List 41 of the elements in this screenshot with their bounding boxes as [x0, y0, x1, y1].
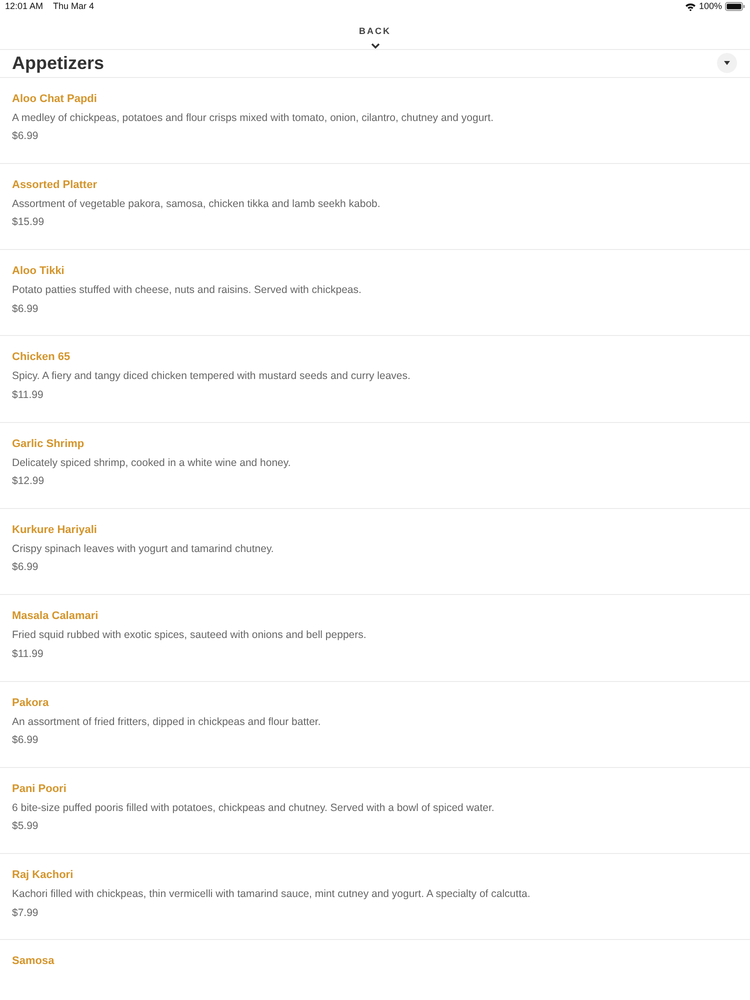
item-name: Kurkure Hariyali [12, 522, 97, 538]
item-name: Masala Calamari [12, 609, 98, 624]
dropdown-button[interactable] [717, 53, 737, 73]
item-description: Delicately spiced shrimp, cooked in a white wine and honey. [12, 456, 291, 471]
battery-icon [725, 2, 745, 12]
item-name: Assorted Platter [12, 178, 97, 193]
item-price: $12.99 [12, 474, 44, 490]
item-price: $5.99 [12, 819, 38, 834]
item-price: $15.99 [12, 215, 44, 230]
item-price: $6.99 [12, 129, 38, 144]
item-name: Aloo Tikki [12, 264, 64, 280]
item-description: Fried squid rubbed with exotic spices, sauteed with onions and bell peppers. [12, 628, 366, 644]
item-description: Spicy. A fiery and tangy diced chicken tempered with mustard seeds and curry leaves. [12, 369, 410, 384]
item-price: $6.99 [12, 560, 38, 576]
back-button[interactable]: BACK [359, 26, 391, 48]
item-name: Pakora [12, 696, 49, 711]
section-title: Appetizers [12, 52, 104, 75]
item-description: Potato patties stuffed with cheese, nuts and raisins. Served with chickpeas. [12, 283, 362, 298]
item-name: Samosa [12, 954, 54, 970]
wifi-icon [684, 2, 696, 11]
status-time: 12:01 AM [5, 0, 44, 13]
item-price: $6.99 [12, 302, 38, 317]
item-price: $6.99 [12, 733, 38, 748]
status-date: Thu Mar 4 [53, 0, 94, 13]
item-price: $11.99 [12, 388, 44, 403]
item-description: A medley of chickpeas, potatoes and flour crisps mixed with tomato, onion, cilantro, chutney and yogurt. [12, 110, 494, 126]
item-name: Pani Poori [12, 782, 66, 797]
item-name: Raj Kachori [12, 868, 74, 884]
item-description: Assortment of vegetable pakora, samosa, chicken tikka and lamb seekh kabob. [12, 196, 380, 212]
caret-down-icon [724, 61, 730, 65]
item-name: Chicken 65 [12, 350, 70, 366]
item-name: Garlic Shrimp [12, 436, 84, 452]
item-description: Kachori filled with chickpeas, thin vermicelli with tamarind sauce, mint cutney and yogurt. A specialty of calcutta. [12, 887, 530, 902]
item-name: Aloo Chat Papdi [12, 92, 97, 106]
chevron-down-icon [370, 42, 380, 48]
item-description: An assortment of fried fritters, dipped in chickpeas and flour batter. [12, 714, 321, 730]
battery-percentage: 100% [698, 0, 722, 13]
item-description: 6 bite-size puffed pooris filled with potatoes, chickpeas and chutney. Served with a bowl of spiced water. [12, 800, 494, 816]
item-description: Crispy spinach leaves with yogurt and tamarind chutney. [12, 542, 274, 557]
item-price: $7.99 [12, 906, 38, 921]
item-price: $11.99 [12, 646, 44, 662]
